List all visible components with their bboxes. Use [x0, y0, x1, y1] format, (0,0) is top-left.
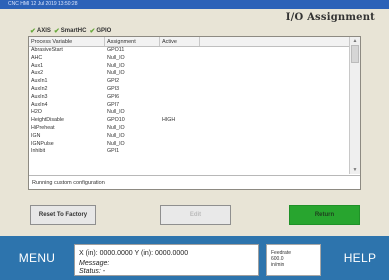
active-cell	[160, 148, 200, 156]
variable-cell: AHC	[31, 54, 43, 61]
assignment-cell: GPI3	[107, 85, 120, 92]
active-cell	[160, 70, 200, 78]
variable-cell: Aux2	[31, 70, 44, 77]
variable-cell: AbrasiveStart	[31, 47, 63, 53]
scrollbar-thumb[interactable]	[351, 45, 359, 63]
io-assignment-screen: CNC HMI 12 Jul 2019 13:50:28 I/O Assignm…	[0, 0, 389, 280]
status-label: Status: -	[79, 268, 106, 275]
active-cell	[160, 63, 200, 71]
table-row[interactable]: IGNPulse Null_IO	[29, 141, 349, 149]
assignment-cell: Null_IO	[107, 62, 125, 69]
assignment-cell: GPI7	[107, 101, 120, 108]
assignment-cell: Null_IO	[107, 70, 125, 77]
table-row[interactable]: IGN Null_IO	[29, 133, 349, 141]
scroll-up-icon[interactable]: ▲	[350, 37, 360, 45]
table-row[interactable]: HeightDisable GPO10 HIGH	[29, 117, 349, 125]
reset-to-factory-button[interactable]: Reset To Factory	[30, 205, 96, 225]
variable-cell: H2O	[31, 109, 42, 116]
assignment-cell: GPI2	[107, 78, 120, 85]
active-cell	[160, 94, 200, 102]
table-row[interactable]: Aux1 Null_IO	[29, 63, 349, 71]
feedrate-panel: Feedrate 600.0 in/min	[266, 244, 321, 276]
variable-cell: IGN	[31, 132, 41, 139]
tab-label: SmartHC	[60, 28, 87, 34]
position-status-panel: X (in): 0000.0000 Y (in): 0000.0000 Mess…	[74, 244, 259, 276]
checkmark-icon: ✔	[30, 27, 36, 35]
window-titlebar: CNC HMI 12 Jul 2019 13:50:28	[0, 0, 389, 9]
table-row[interactable]: H2O Null_IO	[29, 109, 349, 117]
column-header-active[interactable]: Active	[160, 37, 200, 46]
active-cell: HIGH	[162, 117, 176, 124]
assignment-cell: Null_IO	[107, 124, 125, 131]
table-row[interactable]: AuxIn1 GPI2	[29, 78, 349, 86]
active-cell	[160, 141, 200, 149]
active-cell	[160, 47, 200, 55]
assignment-cell: GPO11	[107, 47, 125, 53]
assignment-cell: Null_IO	[107, 54, 125, 61]
table-row[interactable]: AbrasiveStart GPO11	[29, 47, 349, 55]
checkmark-icon: ✔	[89, 27, 96, 35]
config-status-text: Running custom configuration	[29, 175, 360, 189]
table-row[interactable]: AuxIn4 GPI7	[29, 102, 349, 110]
active-cell	[160, 78, 200, 86]
table-scrollbar[interactable]: ▲ ▼	[349, 37, 360, 174]
variable-cell: AuxIn4	[31, 101, 48, 108]
active-cell	[160, 55, 200, 63]
assignment-cell: GPI6	[107, 93, 120, 100]
table-row[interactable]: Inhibit GPI1	[29, 148, 349, 156]
assignment-cell: Null_IO	[107, 109, 125, 116]
table-row[interactable]: Aux2 Null_IO	[29, 70, 349, 78]
active-cell	[160, 109, 200, 117]
return-button[interactable]: Return	[289, 205, 360, 225]
table-header: Process Variable Assignment Active	[29, 37, 349, 47]
variable-cell: Inhibit	[31, 148, 46, 155]
help-button[interactable]: HELP	[331, 236, 389, 280]
menu-button[interactable]: MENU	[0, 236, 74, 280]
tab-label: AXIS	[36, 28, 51, 34]
tab-gpio[interactable]: ✔ GPIO	[89, 26, 111, 36]
table-body: AbrasiveStart GPO11 AHC Null_IO Aux1 Null_I…	[29, 47, 349, 174]
variable-cell: IGNPulse	[31, 140, 54, 147]
assignment-cell: Null_IO	[107, 140, 125, 147]
table-row[interactable]: AHC Null_IO	[29, 55, 349, 63]
variable-cell: HeightDisable	[31, 117, 64, 124]
variable-cell: AuxIn3	[31, 93, 48, 100]
feedrate-unit: in/min	[271, 262, 285, 268]
variable-cell: HiPreheat	[31, 124, 55, 131]
checkmark-icon: ✔	[53, 27, 60, 35]
edit-button[interactable]: Edit	[160, 205, 231, 225]
message-label: Message:	[79, 260, 110, 267]
variable-cell: AuxIn2	[31, 85, 48, 92]
table-row[interactable]: HiPreheat Null_IO	[29, 125, 349, 133]
io-table-panel: Process Variable Assignment Active Abras…	[28, 36, 361, 190]
coordinate-readout: X (in): 0000.0000 Y (in): 0000.0000	[79, 250, 189, 257]
tab-bar: ✔ AXIS ✔ SmartHC ✔ GPIO	[30, 26, 111, 36]
tab-smarthc[interactable]: ✔ SmartHC	[54, 26, 87, 36]
active-cell	[160, 125, 200, 133]
active-cell	[160, 86, 200, 94]
column-header-process-variable[interactable]: Process Variable	[29, 37, 105, 46]
assignment-cell: Null_IO	[107, 132, 125, 139]
scroll-down-icon[interactable]: ▼	[350, 166, 360, 174]
column-header-assignment[interactable]: Assignment	[105, 37, 160, 46]
page-title: I/O Assignment	[285, 12, 375, 23]
assignment-cell: GPI1	[107, 148, 120, 155]
active-cell	[160, 102, 200, 110]
table-row[interactable]: AuxIn3 GPI6	[29, 94, 349, 102]
variable-cell: AuxIn1	[31, 78, 48, 85]
variable-cell: Aux1	[31, 62, 44, 69]
tab-axis[interactable]: ✔ AXIS	[30, 26, 51, 36]
active-cell	[160, 133, 200, 141]
tab-label: GPIO	[96, 28, 112, 34]
table-row[interactable]: AuxIn2 GPI3	[29, 86, 349, 94]
assignment-cell: GPO10	[107, 117, 125, 124]
